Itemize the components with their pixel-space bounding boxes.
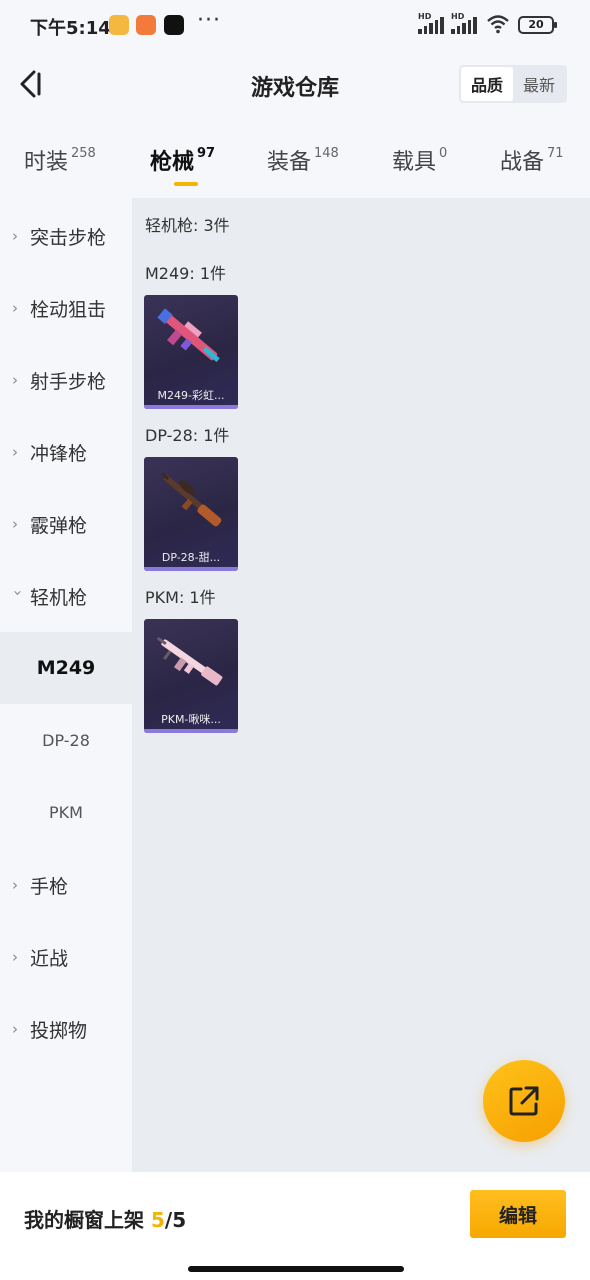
sidebar-item-label: 冲锋枪 (30, 442, 88, 465)
sidebar-item-assault-rifle[interactable]: › 突击步枪 (0, 200, 132, 272)
bottom-bar: 我的橱窗上架 5/5 编辑 (0, 1172, 590, 1280)
chevron-down-icon: › (9, 590, 27, 596)
sidebar-item-smg[interactable]: › 冲锋枪 (0, 416, 132, 488)
item-card[interactable]: PKM-啾咪... (144, 619, 238, 733)
sidebar-item-label: 霰弹枪 (30, 514, 88, 537)
showcase-label: 我的橱窗上架 (24, 1208, 144, 1232)
category-tabs: 时装 258 枪械 97 装备 148 载具 0 战备 71 (0, 128, 590, 198)
share-fab[interactable] (483, 1060, 565, 1142)
category-summary: 轻机枪: 3件 (145, 216, 230, 235)
tab-label: 战备 (500, 150, 545, 175)
chevron-right-icon: › (12, 876, 18, 894)
sidebar-item-shotgun[interactable]: › 霰弹枪 (0, 488, 132, 560)
tab-label: 时装 (24, 150, 69, 175)
group-label: M249: 1件 (145, 264, 227, 283)
sidebar-subitem-m249[interactable]: M249 (0, 632, 132, 704)
tab-combat-gear[interactable]: 战备 71 (500, 144, 564, 176)
status-time: 下午5:14 (30, 18, 111, 39)
sort-option-latest[interactable]: 最新 (513, 67, 565, 101)
signal-icon (451, 16, 477, 34)
rifle-skin-image (161, 472, 222, 527)
item-card-label: M249-彩虹... (157, 389, 225, 402)
chevron-right-icon: › (12, 299, 18, 317)
wifi-icon (487, 15, 509, 34)
tab-count: 0 (439, 146, 448, 161)
tab-count: 71 (547, 146, 564, 161)
rarity-bar (144, 405, 238, 409)
tab-firearms[interactable]: 枪械 97 (150, 144, 216, 186)
chevron-right-icon: › (12, 227, 18, 245)
showcase-total: /5 (164, 1208, 187, 1232)
sidebar-item-label: 投掷物 (30, 1019, 88, 1042)
tab-label: 装备 (267, 150, 312, 175)
rifle-skin-image (157, 308, 220, 363)
sidebar-item-bolt-sniper[interactable]: › 栓动狙击 (0, 272, 132, 344)
tab-fashion[interactable]: 时装 258 (24, 144, 96, 176)
sidebar-item-label: 近战 (30, 947, 69, 970)
home-indicator[interactable] (188, 1266, 404, 1272)
item-card[interactable]: M249-彩虹... (144, 295, 238, 409)
item-list: 轻机枪: 3件 M249: 1件 M249-彩虹... DP-28: 1件 DP… (132, 198, 590, 1172)
rarity-bar (144, 567, 238, 571)
sidebar-item-throwables[interactable]: › 投掷物 (0, 993, 132, 1065)
sidebar-item-lmg[interactable]: › 轻机枪 (0, 560, 132, 632)
sort-option-quality[interactable]: 品质 (461, 67, 513, 101)
tab-vehicles[interactable]: 载具 0 (392, 144, 447, 176)
sidebar-item-label: 轻机枪 (30, 586, 88, 609)
chevron-right-icon: › (12, 515, 18, 533)
showcase-status: 我的橱窗上架 5/5 (24, 1204, 186, 1233)
battery-icon: 20 (518, 16, 557, 34)
sort-toggle[interactable]: 品质 最新 (459, 65, 567, 103)
item-card-label: DP-28-甜... (161, 551, 221, 564)
rarity-bar (144, 729, 238, 733)
tab-count: 258 (71, 146, 96, 161)
group-label: DP-28: 1件 (145, 426, 230, 445)
chevron-right-icon: › (12, 948, 18, 966)
sidebar-item-melee[interactable]: › 近战 (0, 921, 132, 993)
item-card[interactable]: DP-28-甜... (144, 457, 238, 571)
tab-label: 枪械 (150, 150, 195, 175)
edit-button[interactable]: 编辑 (470, 1190, 566, 1238)
tab-count: 148 (314, 146, 339, 161)
chevron-right-icon: › (12, 371, 18, 389)
item-card-label: PKM-啾咪... (161, 713, 221, 726)
sidebar-subitem-dp28[interactable]: DP-28 (0, 704, 132, 776)
sidebar-item-pistol[interactable]: › 手枪 (0, 849, 132, 921)
rifle-skin-image (156, 636, 223, 686)
group-label: PKM: 1件 (145, 588, 216, 607)
notification-app-icon (109, 15, 129, 35)
tab-label: 载具 (392, 150, 437, 175)
weapon-category-sidebar: › 突击步枪 › 栓动狙击 › 射手步枪 › 冲锋枪 › 霰弹枪 › 轻机枪 M… (0, 198, 132, 1172)
sidebar-item-label: 栓动狙击 (30, 298, 107, 321)
tab-equipment[interactable]: 装备 148 (267, 144, 339, 176)
sidebar-item-label: 突击步枪 (30, 226, 107, 249)
active-tab-indicator (174, 182, 198, 186)
sidebar-item-label: 射手步枪 (30, 370, 107, 393)
tab-count: 97 (197, 146, 216, 161)
chevron-right-icon: › (12, 1020, 18, 1038)
signal-icon (418, 16, 444, 34)
more-notifications-icon: ··· (197, 8, 221, 33)
header: 游戏仓库 品质 最新 (0, 52, 590, 122)
sidebar-item-marksman-rifle[interactable]: › 射手步枪 (0, 344, 132, 416)
notification-app-icon (136, 15, 156, 35)
sidebar-item-label: 手枪 (30, 875, 69, 898)
external-link-icon (509, 1086, 539, 1116)
tiktok-icon (164, 15, 184, 35)
status-bar: 下午5:14 ··· HD HD 20 (0, 0, 590, 52)
showcase-count: 5 (150, 1208, 165, 1232)
chevron-right-icon: › (12, 443, 18, 461)
sidebar-subitem-pkm[interactable]: PKM (0, 776, 132, 848)
